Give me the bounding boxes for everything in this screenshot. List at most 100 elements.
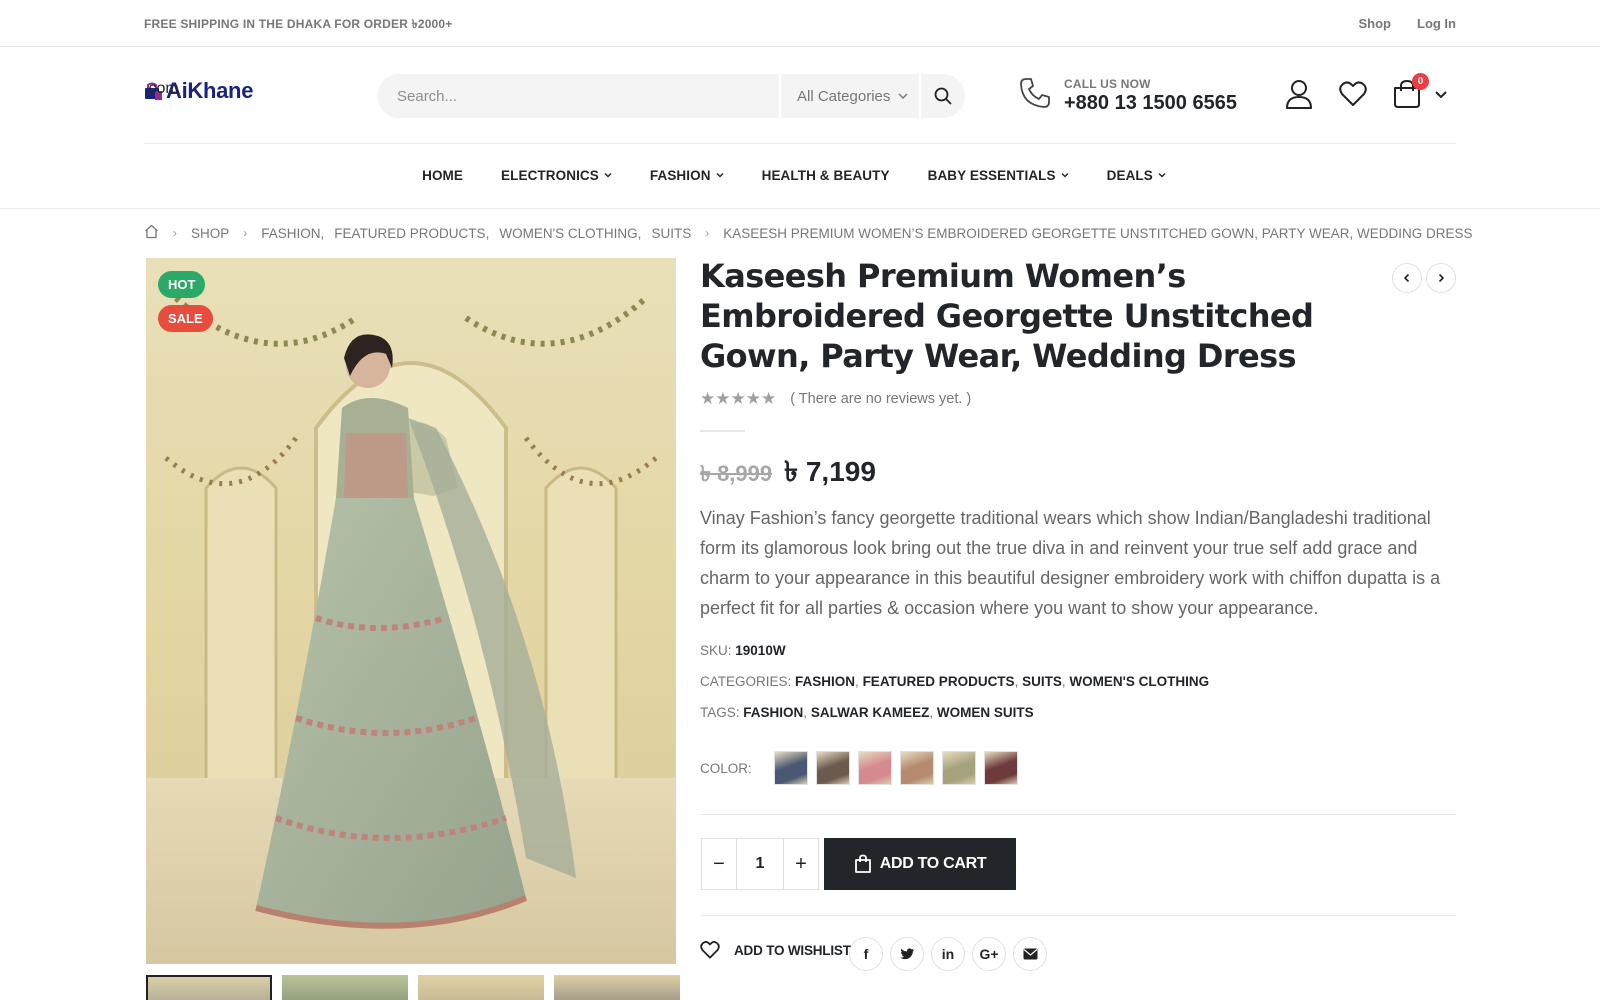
cart-dropdown-toggle[interactable] [1433, 78, 1449, 110]
sale-price: ৳ 7,199 [784, 456, 876, 487]
category-link[interactable]: SUITS [1022, 674, 1062, 689]
thumbnail[interactable] [418, 975, 544, 1000]
home-icon[interactable] [144, 224, 159, 242]
color-selector: COLOR: [700, 751, 1018, 785]
product-photo [146, 258, 676, 964]
nav-item-baby-essentials[interactable]: BABY ESSENTIALS [928, 160, 1069, 190]
chevron-left-icon [1403, 273, 1410, 283]
chevron-right-icon [1438, 273, 1445, 283]
phone-number[interactable]: +880 13 1500 6565 [1064, 92, 1237, 115]
twitter-share-button[interactable] [890, 937, 924, 971]
thumbnail[interactable] [554, 975, 680, 1000]
call-us: CALL US NOW +880 13 1500 6565 [1018, 76, 1237, 115]
color-swatch[interactable] [816, 751, 850, 785]
breadcrumb-current: KASEESH PREMIUM WOMEN’S EMBROIDERED GEOR… [723, 225, 1473, 241]
add-to-wishlist-button[interactable]: ADD TO WISHLIST [700, 941, 851, 959]
breadcrumb-featured-products[interactable]: FEATURED PRODUCTS [334, 226, 485, 241]
color-swatch[interactable] [858, 751, 892, 785]
product-nav [1392, 263, 1456, 293]
chevron-down-icon [898, 93, 908, 99]
reviews-link[interactable]: ( There are no reviews yet. ) [790, 391, 971, 407]
facebook-share-button[interactable]: f [849, 937, 883, 971]
color-label: COLOR: [700, 760, 752, 776]
star-rating-icon: ★★★★★ [700, 389, 777, 408]
product-main-image[interactable] [146, 258, 676, 964]
color-swatch[interactable] [984, 751, 1018, 785]
color-swatch[interactable] [942, 751, 976, 785]
breadcrumb-suits[interactable]: SUITS [651, 226, 691, 241]
product-description: Vinay Fashion’s fancy georgette traditio… [700, 508, 1441, 618]
email-icon [1023, 948, 1037, 960]
call-label: CALL US NOW [1064, 76, 1151, 91]
header-divider [144, 143, 1456, 144]
quantity-stepper: − 1 + [701, 838, 819, 890]
tag-link[interactable]: SALWAR KAMEEZ [811, 705, 930, 720]
logo-domain: .com [144, 80, 179, 97]
google-plus-icon: G+ [979, 946, 999, 962]
chevron-down-icon [1061, 173, 1069, 178]
sale-badge: SALE [158, 305, 213, 332]
breadcrumb-fashion[interactable]: FASHION [261, 226, 320, 241]
hot-badge: HOT [158, 271, 206, 298]
shipping-promo: FREE SHIPPING IN THE DHAKA FOR ORDER ৳20… [144, 17, 453, 31]
categories-row: CATEGORIES: FASHION, FEATURED PRODUCTS, … [700, 674, 1210, 689]
prev-product-button[interactable] [1392, 263, 1422, 293]
color-swatch[interactable] [900, 751, 934, 785]
phone-icon [1018, 76, 1052, 115]
share-links: f in G+ [849, 937, 1047, 971]
tag-link[interactable]: WOMEN SUITS [937, 705, 1034, 720]
account-button[interactable] [1283, 78, 1315, 110]
category-link[interactable]: FEATURED PRODUCTS [863, 674, 1015, 689]
main-nav: HOME ELECTRONICS FASHION HEALTH & BEAUTY… [0, 160, 1600, 190]
chevron-down-icon [1435, 91, 1447, 99]
login-link[interactable]: Log In [1417, 16, 1456, 31]
nav-item-deals[interactable]: DEALS [1107, 160, 1166, 190]
breadcrumb-shop[interactable]: SHOP [191, 226, 229, 241]
thumbnail[interactable] [282, 975, 408, 1000]
google-plus-share-button[interactable]: G+ [972, 937, 1006, 971]
product-title: Kaseesh Premium Women’s Embroidered Geor… [700, 257, 1314, 375]
chevron-down-icon [1158, 173, 1166, 178]
top-links: Shop Log In [1359, 16, 1457, 31]
email-share-button[interactable] [1013, 937, 1047, 971]
category-link[interactable]: FASHION [795, 674, 855, 689]
thumbnail-strip [146, 975, 680, 1000]
heart-icon [700, 941, 720, 959]
category-select[interactable]: All Categories [779, 74, 921, 118]
facebook-icon: f [863, 946, 869, 962]
nav-item-health-beauty[interactable]: HEALTH & BEAUTY [762, 160, 890, 190]
increase-quantity-button[interactable]: + [784, 839, 818, 889]
twitter-icon [899, 947, 914, 959]
nav-border [0, 208, 1600, 209]
header-icons: 0 [1283, 73, 1449, 110]
wishlist-button[interactable] [1337, 78, 1369, 110]
category-link[interactable]: WOMEN'S CLOTHING [1069, 674, 1209, 689]
top-bar: FREE SHIPPING IN THE DHAKA FOR ORDER ৳20… [0, 0, 1600, 47]
chevron-right-icon: › [705, 226, 710, 240]
heart-icon [1339, 81, 1367, 106]
breadcrumb-womens-clothing[interactable]: WOMEN'S CLOTHING [499, 226, 637, 241]
search-button[interactable] [921, 74, 965, 118]
next-product-button[interactable] [1426, 263, 1456, 293]
color-swatch[interactable] [774, 751, 808, 785]
nav-item-electronics[interactable]: ELECTRONICS [501, 160, 612, 190]
decrease-quantity-button[interactable]: − [702, 839, 736, 889]
chevron-right-icon: › [173, 226, 177, 240]
nav-item-fashion[interactable]: FASHION [650, 160, 724, 190]
rating-row: ★★★★★ ( There are no reviews yet. ) [700, 389, 971, 409]
quantity-input[interactable]: 1 [736, 839, 784, 889]
nav-item-home[interactable]: HOME [422, 160, 463, 190]
shop-link[interactable]: Shop [1359, 16, 1392, 31]
cart-button[interactable]: 0 [1391, 73, 1429, 110]
linkedin-share-button[interactable]: in [931, 937, 965, 971]
breadcrumb: › SHOP › FASHION, FEATURED PRODUCTS, WOM… [144, 224, 1473, 242]
search-input[interactable] [377, 74, 777, 118]
chevron-down-icon [604, 173, 612, 178]
add-to-cart-button[interactable]: ADD TO CART [824, 838, 1016, 890]
sku-value: 19010W [735, 643, 786, 658]
tag-link[interactable]: FASHION [743, 705, 803, 720]
divider [700, 430, 745, 432]
cart-count-badge: 0 [1412, 73, 1429, 90]
thumbnail[interactable] [146, 975, 272, 1000]
chevron-down-icon [716, 173, 724, 178]
